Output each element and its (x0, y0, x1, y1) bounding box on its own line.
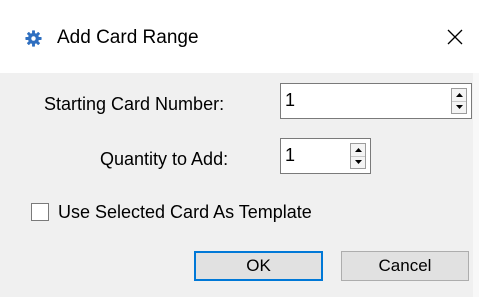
gear-icon (25, 30, 42, 47)
dialog-title: Add Card Range (57, 27, 199, 48)
quantity-label: Quantity to Add: (100, 149, 229, 169)
decrement-button[interactable] (351, 155, 365, 169)
arrow-up-icon (354, 147, 362, 152)
quantity-spinner[interactable] (280, 138, 371, 174)
ok-button[interactable]: OK (194, 251, 323, 281)
increment-button[interactable] (351, 144, 365, 156)
quantity-input[interactable] (285, 144, 334, 166)
add-card-range-dialog: Add Card Range Starting Card Number: Qua… (0, 0, 479, 297)
close-button[interactable] (438, 22, 472, 52)
arrow-down-icon (455, 105, 463, 110)
starting-spinner-arrows[interactable] (451, 88, 467, 114)
arrow-down-icon (354, 160, 362, 165)
close-icon (447, 29, 463, 45)
decrement-button[interactable] (452, 100, 466, 114)
use-template-checkbox[interactable] (31, 203, 49, 221)
starting-card-number-spinner[interactable] (280, 83, 472, 119)
quantity-spinner-arrows[interactable] (350, 143, 366, 169)
starting-card-number-label: Starting Card Number: (44, 94, 225, 114)
window-edge (473, 73, 479, 297)
use-template-label[interactable]: Use Selected Card As Template (58, 201, 312, 223)
cancel-button[interactable]: Cancel (341, 251, 469, 281)
arrow-up-icon (455, 92, 463, 97)
increment-button[interactable] (452, 89, 466, 101)
title-bar[interactable]: Add Card Range (0, 0, 479, 73)
starting-card-number-input[interactable] (285, 89, 437, 111)
